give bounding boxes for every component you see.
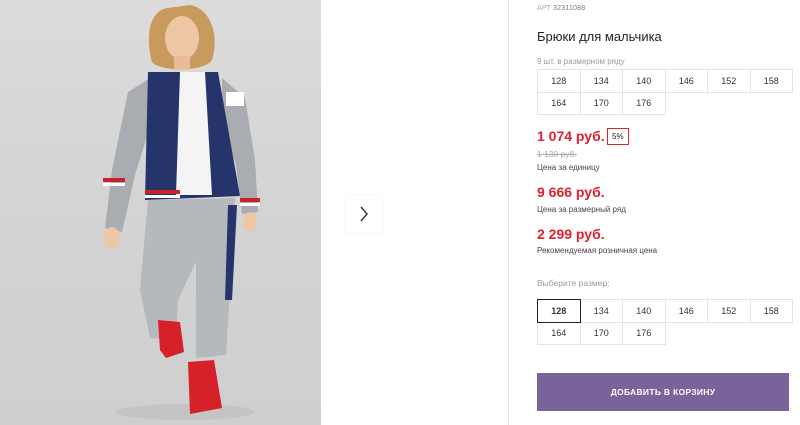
size-set-cell: 158 [749,69,793,93]
set-price-caption: Цена за размерный ряд [537,205,626,214]
size-set-cell: 176 [622,91,666,115]
size-option-selected[interactable]: 128 [537,299,581,323]
size-set-cell: 152 [707,69,751,93]
size-set-cell: 128 [537,69,581,93]
size-set-grid: 128 134 140 146 152 158 164 170 176 [537,69,793,115]
article-label: АРТ [537,5,551,12]
product-photo-illustration [103,5,260,420]
size-set-cell: 146 [664,69,708,93]
size-option[interactable]: 152 [707,299,751,323]
size-set-cell: 164 [537,91,581,115]
size-set-cell: 140 [622,69,666,93]
size-set-cell: 170 [579,91,623,115]
old-price: 1 130 руб. [537,149,577,159]
article-code: 32311088 [553,5,586,12]
panel-divider [508,0,509,425]
gallery-next-button[interactable] [345,195,383,233]
product-title: Брюки для мальчика [537,29,662,44]
size-set-cell: 134 [579,69,623,93]
article-number: АРТ 32311088 [537,5,585,12]
set-price: 9 666 руб. [537,184,605,200]
size-set-note: 9 шт. в размерном ряду [537,57,625,66]
size-option[interactable]: 164 [537,321,581,345]
chevron-right-icon [360,206,368,222]
product-photo [0,0,321,425]
discount-badge: 5% [607,128,629,145]
size-selector: 128 134 140 146 152 158 164 170 176 [537,299,793,345]
choose-size-label: Выберите размер: [537,278,610,288]
size-option[interactable]: 170 [579,321,623,345]
unit-price-caption: Цена за единицу [537,163,600,172]
retail-price: 2 299 руб. [537,226,605,242]
size-option[interactable]: 140 [622,299,666,323]
size-option[interactable]: 158 [749,299,793,323]
size-option[interactable]: 146 [664,299,708,323]
unit-price: 1 074 руб. [537,128,605,144]
size-option[interactable]: 134 [579,299,623,323]
product-gallery [0,0,508,425]
product-info-panel: АРТ 32311088 Брюки для мальчика 9 шт. в … [537,0,793,425]
retail-price-caption: Рекомендуемая розничная цена [537,246,658,255]
size-option[interactable]: 176 [622,321,666,345]
add-to-cart-button[interactable]: ДОБАВИТЬ В КОРЗИНУ [537,373,789,411]
